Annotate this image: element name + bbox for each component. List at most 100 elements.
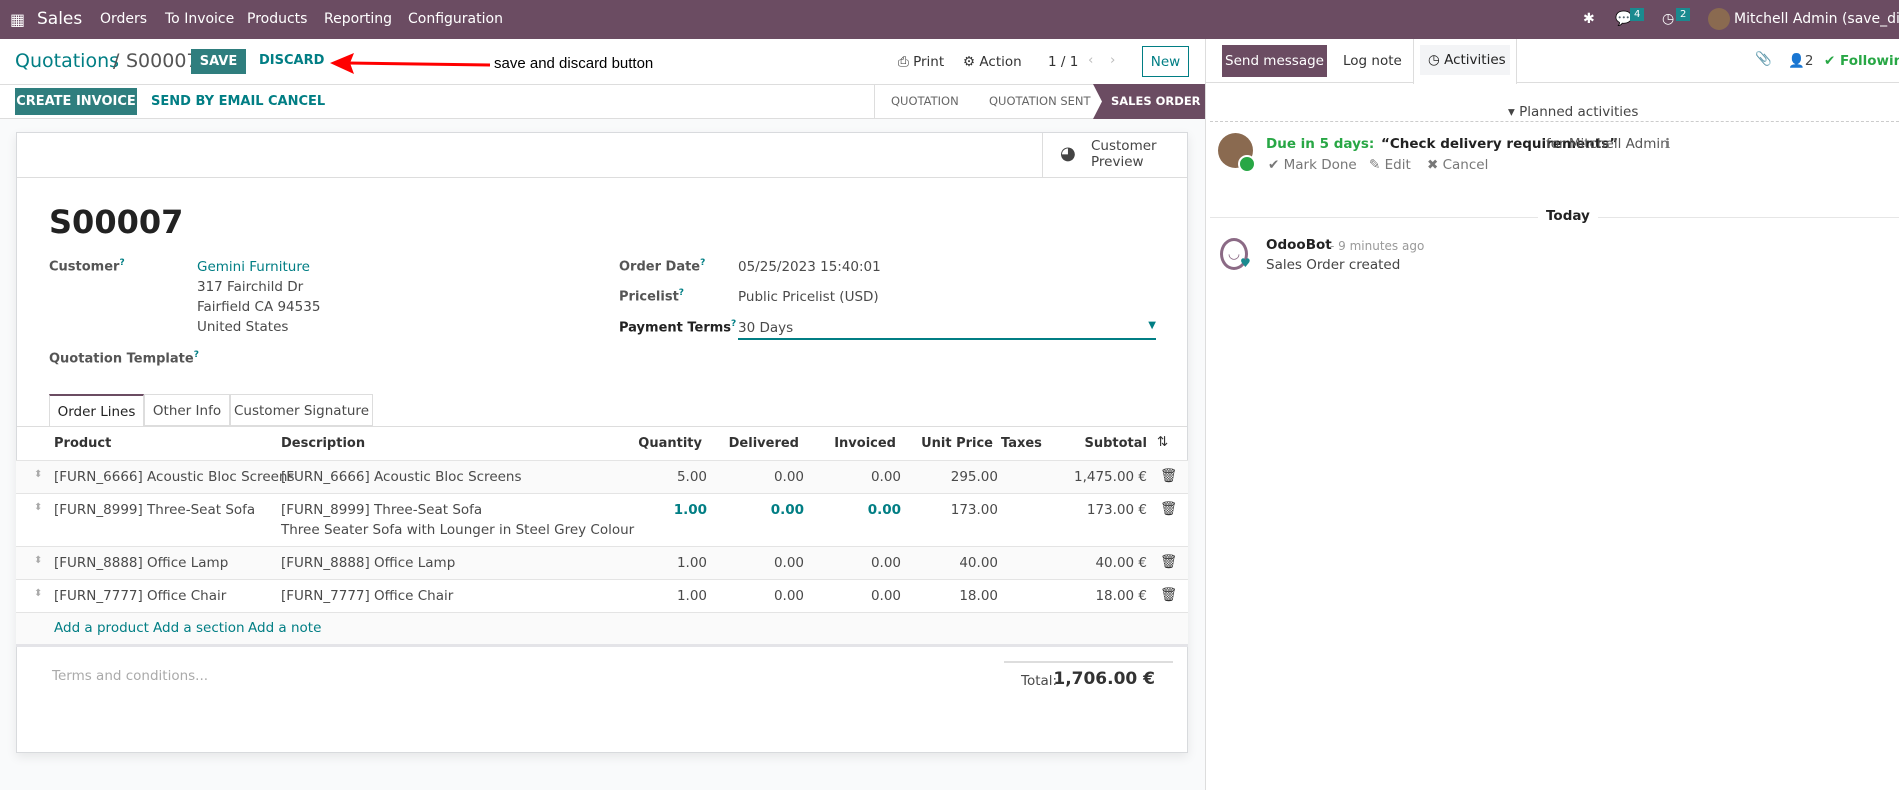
send-message-button[interactable]: Send message xyxy=(1222,45,1327,77)
status-quotation-sent[interactable]: QUOTATION SENT xyxy=(989,94,1091,108)
menu-reporting[interactable]: Reporting xyxy=(324,11,392,27)
optional-columns-icon[interactable]: ⇅ xyxy=(1157,434,1168,450)
cell-quantity[interactable]: 1.00 xyxy=(677,555,707,571)
cell-unit-price[interactable]: 173.00 xyxy=(951,502,998,518)
trash-icon[interactable]: 🗑 xyxy=(1160,468,1177,484)
terms-input[interactable]: Terms and conditions... xyxy=(52,668,208,684)
col-description[interactable]: Description xyxy=(281,436,365,451)
activities-tab[interactable]: ◷ Activities xyxy=(1413,39,1517,84)
cell-product[interactable]: [FURN_8888] Office Lamp xyxy=(54,555,228,571)
cell-delivered[interactable]: 0.00 xyxy=(774,555,804,571)
quotation-template-field[interactable] xyxy=(197,347,577,369)
cell-description[interactable]: [FURN_6666] Acoustic Bloc Screens xyxy=(281,469,522,485)
planned-activities-toggle[interactable]: ▾ Planned activities xyxy=(1500,104,1647,120)
trash-icon[interactable]: 🗑 xyxy=(1160,501,1177,517)
cell-description-line2[interactable]: Three Seater Sofa with Lounger in Steel … xyxy=(281,522,634,538)
breadcrumb-quotations[interactable]: Quotations xyxy=(15,50,119,72)
message-author[interactable]: OdooBot xyxy=(1266,237,1332,253)
mark-done-button[interactable]: ✔ Mark Done xyxy=(1268,157,1357,173)
apps-menu-icon[interactable]: ▦ xyxy=(10,10,25,29)
col-product[interactable]: Product xyxy=(54,436,111,451)
status-quotation[interactable]: QUOTATION xyxy=(891,94,959,108)
drag-handle-icon[interactable]: ⬍ xyxy=(34,555,42,566)
cell-unit-price[interactable]: 18.00 xyxy=(959,588,998,604)
drag-handle-icon[interactable]: ⬍ xyxy=(34,502,42,513)
col-subtotal[interactable]: Subtotal xyxy=(1084,436,1147,451)
user-avatar[interactable] xyxy=(1708,8,1730,30)
pricelist-value[interactable]: Public Pricelist (USD) xyxy=(738,289,879,305)
save-button[interactable]: SAVE xyxy=(191,49,246,74)
cell-description[interactable]: [FURN_8888] Office Lamp xyxy=(281,555,455,571)
cell-invoiced[interactable]: 0.00 xyxy=(871,588,901,604)
cell-product[interactable]: [FURN_6666] Acoustic Bloc Screens xyxy=(54,469,295,485)
payment-terms-input[interactable]: 30 Days ▼ xyxy=(738,315,1156,340)
help-icon[interactable]: ? xyxy=(700,258,705,268)
menu-products[interactable]: Products xyxy=(247,11,307,27)
col-invoiced[interactable]: Invoiced xyxy=(834,436,896,451)
send-by-email-button[interactable]: SEND BY EMAIL xyxy=(151,94,264,109)
menu-to-invoice[interactable]: To Invoice xyxy=(165,11,234,27)
cell-delivered[interactable]: 0.00 xyxy=(771,502,804,518)
help-icon[interactable]: ? xyxy=(679,288,684,298)
pager-next-icon[interactable]: › xyxy=(1110,52,1115,68)
col-quantity[interactable]: Quantity xyxy=(638,436,702,451)
tab-order-lines[interactable]: Order Lines xyxy=(49,394,144,427)
action-button[interactable]: ⚙ Action xyxy=(963,54,1022,70)
paperclip-icon[interactable]: 📎 xyxy=(1755,51,1772,67)
cell-invoiced[interactable]: 0.00 xyxy=(871,555,901,571)
pager-prev-icon[interactable]: ‹ xyxy=(1088,52,1093,68)
cell-description[interactable]: [FURN_7777] Office Chair xyxy=(281,588,453,604)
add-section-link[interactable]: Add a section xyxy=(153,620,245,636)
pager-value[interactable]: 1 / 1 xyxy=(1048,54,1078,70)
log-note-button[interactable]: Log note xyxy=(1343,53,1402,69)
cancel-activity-button[interactable]: ✖ Cancel xyxy=(1427,157,1488,173)
create-invoice-button[interactable]: CREATE INVOICE xyxy=(15,88,137,115)
drag-handle-icon[interactable]: ⬍ xyxy=(34,469,42,480)
cell-invoiced[interactable]: 0.00 xyxy=(868,502,901,518)
table-row[interactable]: ⬍ [FURN_7777] Office Chair [FURN_7777] Off… xyxy=(16,579,1188,612)
menu-configuration[interactable]: Configuration xyxy=(408,11,503,27)
activities-clock-icon[interactable]: ◷ xyxy=(1662,11,1674,27)
user-menu[interactable]: Mitchell Admin (save_discard xyxy=(1734,11,1899,27)
dropdown-caret-icon[interactable]: ▼ xyxy=(1148,320,1156,331)
customer-preview-button[interactable]: ◕ Customer Preview xyxy=(1042,133,1189,177)
customer-link[interactable]: Gemini Furniture xyxy=(197,259,310,275)
add-product-link[interactable]: Add a product xyxy=(54,620,149,636)
table-row[interactable]: ⬍ [FURN_6666] Acoustic Bloc Screens [FURN_… xyxy=(16,460,1188,493)
add-note-link[interactable]: Add a note xyxy=(248,620,321,636)
cancel-order-button[interactable]: CANCEL xyxy=(268,94,325,109)
drag-handle-icon[interactable]: ⬍ xyxy=(34,588,42,599)
info-icon[interactable]: ℹ xyxy=(1665,136,1670,152)
cell-product[interactable]: [FURN_8999] Three-Seat Sofa xyxy=(54,502,255,518)
cell-description[interactable]: [FURN_8999] Three-Seat Sofa xyxy=(281,502,482,518)
app-name[interactable]: Sales xyxy=(37,9,82,29)
cell-quantity[interactable]: 5.00 xyxy=(677,469,707,485)
new-button[interactable]: New xyxy=(1142,46,1189,77)
col-delivered[interactable]: Delivered xyxy=(729,436,799,451)
menu-orders[interactable]: Orders xyxy=(100,11,147,27)
cell-delivered[interactable]: 0.00 xyxy=(774,588,804,604)
table-row[interactable]: ⬍ [FURN_8888] Office Lamp [FURN_8888] Offi… xyxy=(16,546,1188,579)
cell-unit-price[interactable]: 295.00 xyxy=(951,469,998,485)
trash-icon[interactable]: 🗑 xyxy=(1160,554,1177,570)
help-icon[interactable]: ? xyxy=(119,258,124,268)
discard-button[interactable]: DISCARD xyxy=(259,53,324,68)
print-button[interactable]: ⎙ Print xyxy=(898,54,944,70)
cell-unit-price[interactable]: 40.00 xyxy=(959,555,998,571)
following-button[interactable]: ✔ Following xyxy=(1824,53,1899,69)
cell-delivered[interactable]: 0.00 xyxy=(774,469,804,485)
trash-icon[interactable]: 🗑 xyxy=(1160,587,1177,603)
cell-quantity[interactable]: 1.00 xyxy=(677,588,707,604)
help-icon[interactable]: ? xyxy=(731,319,736,329)
tab-other-info[interactable]: Other Info xyxy=(144,394,230,426)
order-date-value[interactable]: 05/25/2023 15:40:01 xyxy=(738,259,881,275)
cell-invoiced[interactable]: 0.00 xyxy=(871,469,901,485)
edit-activity-button[interactable]: ✎ Edit xyxy=(1369,157,1411,173)
cell-product[interactable]: [FURN_7777] Office Chair xyxy=(54,588,226,604)
cell-quantity[interactable]: 1.00 xyxy=(674,502,707,518)
followers-button[interactable]: 👤2 xyxy=(1788,53,1813,69)
debug-bug-icon[interactable]: ✱ xyxy=(1583,11,1595,27)
tab-customer-signature[interactable]: Customer Signature xyxy=(230,394,373,426)
col-unit-price[interactable]: Unit Price xyxy=(921,436,993,451)
table-row[interactable]: ⬍ [FURN_8999] Three-Seat Sofa [FURN_8999] … xyxy=(16,493,1188,546)
